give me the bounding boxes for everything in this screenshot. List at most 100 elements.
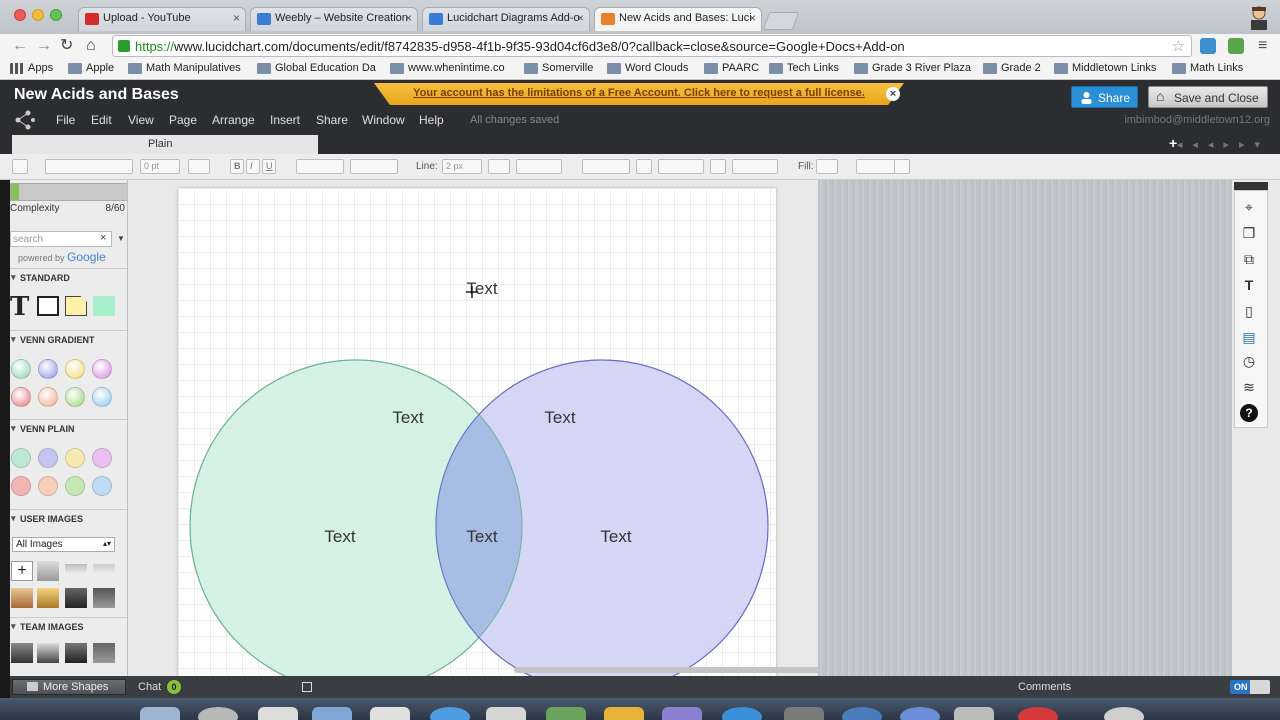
venn-plain-lime-icon[interactable] <box>65 476 85 496</box>
mail-icon[interactable] <box>312 707 352 720</box>
section-venn-gradient[interactable]: VENN GRADIENT <box>10 330 127 348</box>
menu-page[interactable]: Page <box>169 113 197 127</box>
close-tab-icon[interactable]: × <box>405 11 412 25</box>
page-tab-plain[interactable]: Plain <box>12 135 318 154</box>
reload-button[interactable]: ↻ <box>60 37 73 55</box>
calendar-icon[interactable] <box>370 707 410 720</box>
banner-close-icon[interactable]: × <box>886 87 900 101</box>
image-thumbnail[interactable] <box>93 643 115 663</box>
text-label-center[interactable]: Text <box>466 527 497 546</box>
theme-icon[interactable] <box>12 159 28 174</box>
bookmark-item[interactable]: Apple <box>68 62 114 74</box>
new-tab-button[interactable] <box>762 12 800 30</box>
image-thumbnail[interactable] <box>37 561 59 581</box>
venn-circle-sky-icon[interactable] <box>92 387 112 407</box>
metrics-icon[interactable]: ⧉ <box>1240 250 1258 268</box>
horizontal-scrollbar[interactable] <box>514 667 818 673</box>
diagram-page[interactable]: Text Text Text Text Text Text <box>178 188 776 676</box>
photos-icon[interactable] <box>546 707 586 720</box>
app-icon[interactable] <box>784 707 824 720</box>
app-icon[interactable] <box>900 707 940 720</box>
menu-arrange[interactable]: Arrange <box>212 113 255 127</box>
rotate-icon[interactable] <box>710 159 726 174</box>
history-icon[interactable]: ◷ <box>1240 352 1258 370</box>
line-style-select[interactable] <box>516 159 562 174</box>
venn-circle-purple-icon[interactable] <box>92 359 112 379</box>
arrow-icon[interactable] <box>636 159 652 174</box>
extension-icon[interactable] <box>1200 38 1216 54</box>
browser-tab-weebly[interactable]: Weebly – Website Creation × <box>250 7 418 31</box>
add-image-icon[interactable]: + <box>11 561 33 581</box>
text-label-top[interactable]: Text <box>466 279 497 298</box>
rectangle-shape-icon[interactable] <box>37 296 59 316</box>
bookmark-item[interactable]: Math Manipulatives <box>128 62 241 74</box>
bookmark-star-icon[interactable]: ☆ <box>1172 37 1185 55</box>
data-icon[interactable]: ▤ <box>1240 328 1258 346</box>
venn-circle-red-icon[interactable] <box>11 387 31 407</box>
menu-view[interactable]: View <box>128 113 154 127</box>
close-tab-icon[interactable]: × <box>233 11 240 25</box>
venn-plain-green-icon[interactable] <box>11 448 31 468</box>
bookmark-item[interactable]: Somerville <box>524 62 593 74</box>
text-color-swatch[interactable] <box>188 159 210 174</box>
layers-icon[interactable]: ≋ <box>1240 378 1258 396</box>
bookmark-item[interactable]: Grade 2 <box>983 62 1041 74</box>
image-thumbnail[interactable] <box>65 564 87 574</box>
image-thumbnail[interactable] <box>65 588 87 608</box>
minimize-window-button[interactable] <box>32 9 44 21</box>
venn-plain-sky-icon[interactable] <box>92 476 112 496</box>
text-label-left-mid[interactable]: Text <box>324 527 355 546</box>
line-width-input[interactable]: 2 px <box>442 159 482 174</box>
italic-button[interactable]: I <box>246 159 260 174</box>
browser-tab-lucidchart-addon[interactable]: Lucidchart Diagrams Add-o × <box>422 7 590 31</box>
bookmark-item[interactable]: www.whenintime.co <box>390 62 505 74</box>
section-standard[interactable]: STANDARD <box>10 268 127 286</box>
app-icon[interactable] <box>722 707 762 720</box>
page-icon[interactable]: ▯ <box>1240 302 1258 320</box>
endpoint2-select[interactable] <box>732 159 778 174</box>
page-navigation-icons[interactable]: ◂◂◂▸▸▾ <box>1177 138 1270 151</box>
align-buttons[interactable] <box>296 159 344 174</box>
line-route-buttons[interactable] <box>582 159 630 174</box>
bookmark-item[interactable]: Global Education Da <box>257 62 376 74</box>
image-thumbnail[interactable] <box>93 564 115 574</box>
bookmark-item[interactable]: Tech Links <box>769 62 839 74</box>
venn-circle-green-icon[interactable] <box>11 359 31 379</box>
venn-circle-yellow-icon[interactable] <box>65 359 85 379</box>
trash-icon[interactable] <box>1104 707 1144 720</box>
bookmark-item[interactable]: Middletown Links <box>1054 62 1156 74</box>
document-title[interactable]: New Acids and Bases <box>14 86 179 104</box>
finder-icon[interactable] <box>140 707 180 720</box>
chat-label[interactable]: Chat <box>138 681 161 693</box>
menu-edit[interactable]: Edit <box>91 113 112 127</box>
menu-window[interactable]: Window <box>362 113 405 127</box>
venn-plain-purple-icon[interactable] <box>92 448 112 468</box>
bookmark-item[interactable]: Grade 3 River Plaza <box>854 62 971 74</box>
line-color-swatch[interactable] <box>488 159 510 174</box>
lucidchart-logo-icon[interactable] <box>14 110 36 130</box>
venn-plain-yellow-icon[interactable] <box>65 448 85 468</box>
section-team-images[interactable]: TEAM IMAGES <box>10 617 127 635</box>
endpoint-select[interactable] <box>658 159 704 174</box>
share-button[interactable]: Share <box>1071 86 1138 108</box>
launchpad-icon[interactable] <box>198 707 238 720</box>
user-avatar-icon[interactable] <box>1248 4 1270 30</box>
menu-insert[interactable]: Insert <box>270 113 300 127</box>
venn-circle-blue-icon[interactable] <box>38 359 58 379</box>
bookmark-item[interactable]: PAARC <box>704 62 759 74</box>
more-shapes-button[interactable]: More Shapes <box>12 679 126 695</box>
note-shape-icon[interactable] <box>65 296 87 316</box>
font-select[interactable] <box>45 159 133 174</box>
search-dropdown-icon[interactable]: ▼ <box>117 234 125 243</box>
more-options-icon[interactable] <box>894 159 910 174</box>
clear-search-icon[interactable]: × <box>100 232 106 244</box>
app-icon[interactable] <box>662 707 702 720</box>
text-options-icon[interactable]: T <box>1240 276 1258 294</box>
save-and-close-button[interactable]: ⌂ Save and Close <box>1148 86 1268 108</box>
right-toolbar-grip[interactable] <box>1234 182 1268 190</box>
bookmark-item[interactable]: Math Links <box>1172 62 1243 74</box>
help-icon[interactable]: ? <box>1240 404 1258 422</box>
text-label-right-top[interactable]: Text <box>544 408 575 427</box>
image-thumbnail[interactable] <box>93 588 115 608</box>
home-button[interactable]: ⌂ <box>86 37 96 55</box>
